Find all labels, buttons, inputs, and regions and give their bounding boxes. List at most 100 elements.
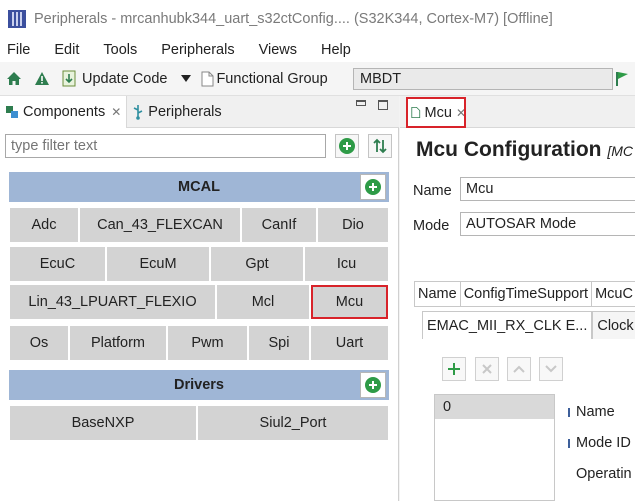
toolbar: Update Code Functional Group MBDT bbox=[0, 62, 635, 96]
component-mcl[interactable]: Mcl bbox=[216, 284, 310, 320]
editor-panel: Mcu ✕ Mcu Configuration [MC Name Mcu Mod… bbox=[400, 96, 635, 501]
instance-list: 0 bbox=[434, 394, 555, 501]
window-title: Peripherals - mrcanhubk344_uart_s32ctCon… bbox=[34, 11, 553, 27]
delete-icon bbox=[482, 364, 492, 374]
property-mode-id-label: Mode ID bbox=[576, 435, 631, 451]
menu-file[interactable]: File bbox=[7, 42, 30, 58]
chevron-up-icon bbox=[513, 365, 525, 373]
subtab-clock-failure[interactable]: Clock Fai bbox=[592, 311, 635, 339]
warning-icon[interactable] bbox=[34, 71, 50, 86]
chevron-down-icon bbox=[545, 365, 557, 373]
component-gpt[interactable]: Gpt bbox=[210, 246, 304, 282]
tab-mcu-label: Mcu bbox=[424, 104, 452, 121]
component-can-43-flexcan[interactable]: Can_43_FLEXCAN bbox=[79, 207, 241, 243]
menu-edit[interactable]: Edit bbox=[54, 42, 79, 58]
property-operating: Operatin bbox=[576, 466, 632, 482]
home-icon[interactable] bbox=[6, 71, 22, 86]
add-icon bbox=[365, 377, 381, 393]
subtab-emac-mii-rx-clk[interactable]: EMAC_MII_RX_CLK E... bbox=[422, 311, 593, 339]
config-title-suffix: [MC bbox=[607, 143, 633, 159]
component-adc[interactable]: Adc bbox=[9, 207, 79, 243]
mcal-add-button[interactable] bbox=[360, 174, 386, 200]
menu-bar: File Edit Tools Peripherals Views Help bbox=[0, 38, 635, 62]
menu-peripherals[interactable]: Peripherals bbox=[161, 42, 234, 58]
move-down-button[interactable] bbox=[539, 357, 563, 381]
config-table-header: Name ConfigTimeSupport McuC bbox=[414, 281, 635, 307]
tab-peripherals-label: Peripherals bbox=[148, 103, 222, 120]
components-icon bbox=[6, 105, 18, 118]
functional-group-select[interactable]: MBDT bbox=[353, 68, 613, 90]
menu-help[interactable]: Help bbox=[321, 42, 351, 58]
functional-group-label: Functional Group bbox=[216, 70, 328, 87]
column-mcuc[interactable]: McuC bbox=[592, 282, 635, 306]
property-name-label: Name bbox=[576, 404, 615, 420]
component-lin-43-lpuart-flexio[interactable]: Lin_43_LPUART_FLEXIO bbox=[9, 284, 216, 320]
property-mode-id: Mode ID bbox=[568, 435, 631, 451]
name-field[interactable]: Mcu bbox=[460, 177, 635, 201]
tab-peripherals[interactable]: Peripherals bbox=[127, 96, 226, 128]
property-operating-label: Operatin bbox=[576, 466, 632, 482]
delete-item-button[interactable] bbox=[475, 357, 499, 381]
components-view: Components ✕ Peripherals MCAL Adc Can_43… bbox=[0, 95, 399, 501]
usb-icon bbox=[133, 104, 143, 120]
title-bar: Peripherals - mrcanhubk344_uart_s32ctCon… bbox=[0, 0, 635, 38]
mode-select[interactable]: AUTOSAR Mode bbox=[460, 212, 635, 236]
component-dio[interactable]: Dio bbox=[317, 207, 389, 243]
component-canif[interactable]: CanIf bbox=[241, 207, 317, 243]
component-uart[interactable]: Uart bbox=[310, 325, 389, 361]
close-icon[interactable]: ✕ bbox=[456, 106, 466, 120]
component-ecuc[interactable]: EcuC bbox=[9, 246, 106, 282]
mode-label: Mode bbox=[413, 218, 450, 234]
editor-tab-bar: Mcu ✕ bbox=[400, 96, 635, 128]
name-label: Name bbox=[413, 183, 452, 199]
drivers-group-header: Drivers bbox=[9, 370, 389, 400]
info-icon bbox=[568, 407, 574, 417]
component-mcu[interactable]: Mcu bbox=[310, 284, 389, 320]
menu-tools[interactable]: Tools bbox=[103, 42, 137, 58]
settings-subtabs: EMAC_MII_RX_CLK E... Clock Fai bbox=[422, 311, 635, 339]
dropdown-arrow-icon[interactable] bbox=[181, 74, 192, 83]
move-up-button[interactable] bbox=[507, 357, 531, 381]
tab-components[interactable]: Components ✕ bbox=[0, 95, 128, 128]
add-icon bbox=[365, 179, 381, 195]
left-tab-bar: Components ✕ Peripherals bbox=[0, 95, 399, 128]
menu-views[interactable]: Views bbox=[259, 42, 297, 58]
sort-icon bbox=[373, 138, 387, 154]
drivers-group-title: Drivers bbox=[174, 377, 224, 393]
column-config-time-support[interactable]: ConfigTimeSupport bbox=[461, 282, 593, 306]
page-title: Mcu Configuration [MC bbox=[416, 138, 633, 162]
add-component-button[interactable] bbox=[335, 134, 359, 158]
maximize-icon[interactable] bbox=[378, 100, 388, 110]
flag-icon[interactable] bbox=[615, 71, 629, 87]
component-pwm[interactable]: Pwm bbox=[167, 325, 248, 361]
close-icon[interactable]: ✕ bbox=[111, 105, 121, 119]
plus-icon bbox=[448, 363, 460, 375]
sort-button[interactable] bbox=[368, 134, 392, 158]
minimize-icon[interactable] bbox=[356, 100, 366, 106]
update-code-button[interactable]: Update Code bbox=[82, 71, 167, 87]
app-icon bbox=[8, 10, 26, 28]
drivers-add-button[interactable] bbox=[360, 372, 386, 398]
component-icu[interactable]: Icu bbox=[304, 246, 389, 282]
filter-input[interactable] bbox=[5, 134, 326, 158]
mcal-group-header: MCAL bbox=[9, 172, 389, 202]
component-ecum[interactable]: EcuM bbox=[106, 246, 210, 282]
column-name[interactable]: Name bbox=[415, 282, 461, 306]
update-code-icon[interactable] bbox=[62, 70, 76, 87]
property-name: Name bbox=[568, 404, 615, 420]
mcal-group-title: MCAL bbox=[178, 179, 220, 195]
tab-components-label: Components bbox=[23, 103, 106, 120]
component-spi[interactable]: Spi bbox=[248, 325, 310, 361]
component-basenxp[interactable]: BaseNXP bbox=[9, 405, 197, 441]
add-icon bbox=[339, 138, 355, 154]
tab-mcu-editor[interactable]: Mcu ✕ bbox=[406, 97, 466, 128]
add-item-button[interactable] bbox=[442, 357, 466, 381]
info-icon bbox=[568, 438, 574, 448]
list-item[interactable]: 0 bbox=[435, 395, 554, 419]
config-title: Mcu Configuration bbox=[416, 138, 602, 161]
component-os[interactable]: Os bbox=[9, 325, 69, 361]
document-icon bbox=[411, 106, 421, 119]
document-icon[interactable] bbox=[201, 71, 214, 87]
component-siul2-port[interactable]: Siul2_Port bbox=[197, 405, 389, 441]
component-platform[interactable]: Platform bbox=[69, 325, 167, 361]
